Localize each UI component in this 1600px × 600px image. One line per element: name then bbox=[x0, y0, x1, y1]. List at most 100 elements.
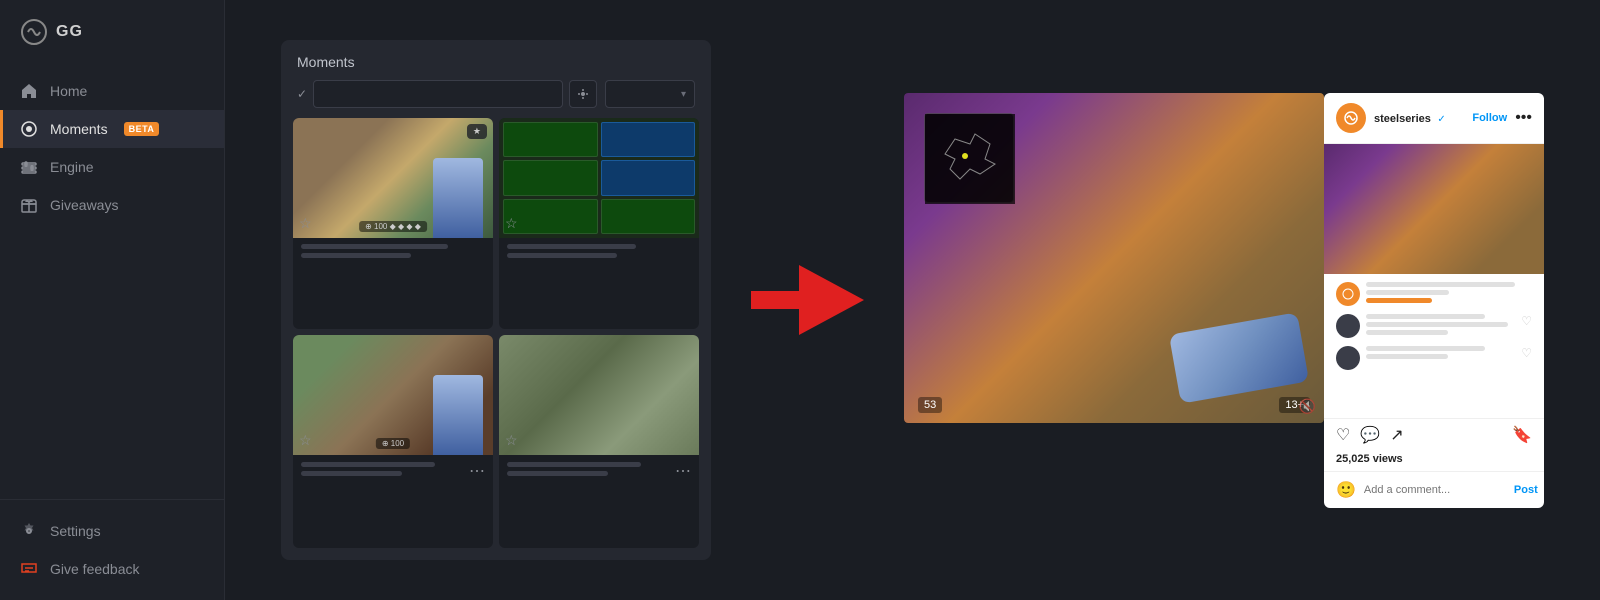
video-info-2 bbox=[499, 238, 699, 268]
steelseries-logo-icon bbox=[20, 18, 48, 46]
video-info-3: ⋯ bbox=[293, 455, 493, 487]
ig-avatar bbox=[1336, 103, 1366, 133]
cs-item-6 bbox=[601, 199, 696, 234]
ig-comment-avatar-1 bbox=[1336, 314, 1360, 338]
options-icon-3[interactable]: ⋯ bbox=[469, 461, 485, 481]
ig-comment-button[interactable]: 💬 bbox=[1360, 425, 1380, 445]
ig-comment-lines-2 bbox=[1366, 346, 1515, 362]
moments-panel-header: Moments bbox=[281, 40, 711, 80]
video-thumb-3: ☆ ⊕ 100 bbox=[293, 335, 493, 455]
ig-like-button[interactable]: ♡ bbox=[1336, 425, 1350, 445]
cs-item-1 bbox=[503, 122, 598, 157]
ig-comments-section: ♡ ♡ bbox=[1324, 274, 1544, 418]
ig-author-avatar bbox=[1336, 282, 1360, 306]
meta-line-3b bbox=[301, 471, 402, 476]
sidebar-item-feedback[interactable]: Give feedback bbox=[0, 550, 224, 588]
ig-comment-avatar-2 bbox=[1336, 346, 1360, 370]
health-bar-3: ⊕ 100 bbox=[376, 438, 410, 449]
video-info-1 bbox=[293, 238, 493, 268]
sidebar-item-settings[interactable]: Settings bbox=[0, 512, 224, 550]
author-line-1 bbox=[1366, 282, 1515, 287]
ig-heart-icon-1[interactable]: ♡ bbox=[1521, 314, 1532, 328]
preview-game-scene: 53 13+ 🔇 bbox=[904, 93, 1324, 423]
ig-user-info: steelseries ✓ bbox=[1374, 109, 1446, 127]
video-badge-1: ★ bbox=[467, 124, 487, 139]
video-preview: 53 13+ 🔇 bbox=[904, 93, 1324, 423]
ig-action-group: ♡ 💬 ↗ bbox=[1336, 425, 1404, 445]
ig-emoji-icon: 🙂 bbox=[1336, 480, 1356, 500]
cs-inventory bbox=[499, 118, 699, 238]
video-card-4[interactable]: ☆ ⋯ bbox=[499, 335, 699, 548]
sidebar-item-engine-label: Engine bbox=[50, 159, 94, 175]
ig-more-button[interactable]: ••• bbox=[1515, 109, 1532, 127]
instagram-panel: steelseries ✓ Follow ••• bbox=[1324, 93, 1544, 508]
video-thumb-2: ☆ bbox=[499, 118, 699, 238]
video-card-3[interactable]: ☆ ⊕ 100 ⋯ bbox=[293, 335, 493, 548]
ig-comment-row-1: ♡ bbox=[1336, 314, 1532, 338]
arrow-head bbox=[799, 265, 864, 335]
sidebar-logo: GG bbox=[0, 0, 224, 64]
video-card-2[interactable]: ☆ bbox=[499, 118, 699, 329]
sidebar-item-settings-label: Settings bbox=[50, 523, 101, 539]
ig-heart-icon-2[interactable]: ♡ bbox=[1521, 346, 1532, 360]
preview-and-instagram: 53 13+ 🔇 steelseries bbox=[904, 93, 1544, 508]
cs-item-4 bbox=[601, 160, 696, 195]
video-card-1[interactable]: ★ ☆ ⊕ 100 ◆ ◆ ◆ ◆ bbox=[293, 118, 493, 329]
hud-ammo-count: 53 bbox=[918, 397, 942, 413]
giveaways-icon bbox=[20, 196, 38, 214]
ig-views-count: 25,025 views bbox=[1324, 451, 1544, 471]
video-meta-1 bbox=[301, 244, 485, 262]
ig-author-lines bbox=[1366, 282, 1532, 306]
author-line-2 bbox=[1366, 290, 1449, 295]
meta-line-4b bbox=[507, 471, 608, 476]
ig-author-row bbox=[1336, 282, 1532, 306]
sidebar-item-moments[interactable]: Moments BETA bbox=[0, 110, 224, 148]
ig-post-button[interactable]: Post bbox=[1514, 484, 1538, 496]
star-icon-4: ☆ bbox=[505, 432, 518, 449]
video-info-4: ⋯ bbox=[499, 455, 699, 487]
sidebar-item-giveaways[interactable]: Giveaways bbox=[0, 186, 224, 224]
meta-line-1a bbox=[301, 244, 448, 249]
ig-comment-input-row: 🙂 Post bbox=[1324, 471, 1544, 508]
star-icon-3: ☆ bbox=[299, 432, 312, 449]
video-meta-2 bbox=[507, 244, 691, 262]
ig-username: steelseries bbox=[1374, 113, 1431, 125]
video-meta-4 bbox=[507, 462, 675, 480]
preview-minimap bbox=[924, 113, 1014, 203]
meta-line-2b bbox=[507, 253, 617, 258]
moments-panel: Moments ✓ ▾ ★ bbox=[281, 40, 711, 560]
meta-line-2a bbox=[507, 244, 636, 249]
comment-line-2a bbox=[1366, 346, 1485, 351]
sidebar-item-feedback-label: Give feedback bbox=[50, 561, 140, 577]
preview-hud: 53 13+ bbox=[904, 397, 1324, 413]
app-logo-text: GG bbox=[56, 23, 83, 41]
ig-verified-badge: ✓ bbox=[1437, 114, 1445, 125]
star-icon-2: ☆ bbox=[505, 215, 518, 232]
ig-user: steelseries ✓ bbox=[1336, 103, 1446, 133]
ig-author-avatar-icon bbox=[1342, 288, 1354, 300]
ig-comment-input[interactable] bbox=[1364, 484, 1506, 496]
ig-header: steelseries ✓ Follow ••• bbox=[1324, 93, 1544, 144]
health-bar-1: ⊕ 100 ◆ ◆ ◆ ◆ bbox=[359, 221, 427, 232]
arrow-shaft bbox=[751, 291, 801, 309]
moments-panel-title: Moments bbox=[297, 54, 355, 70]
comment-line-1a bbox=[1366, 314, 1485, 319]
sort-dropdown[interactable]: ▾ bbox=[605, 80, 695, 108]
dropdown-chevron-icon: ▾ bbox=[681, 89, 686, 100]
filter-bar[interactable] bbox=[313, 80, 563, 108]
ig-video-thumb bbox=[1324, 144, 1544, 274]
cs-item-2 bbox=[601, 122, 696, 157]
ig-comment-row-2: ♡ bbox=[1336, 346, 1532, 370]
options-icon-4[interactable]: ⋯ bbox=[675, 461, 691, 481]
sidebar-nav: Home Moments BETA Engine bbox=[0, 64, 224, 499]
gear-button[interactable] bbox=[569, 80, 597, 108]
sidebar-item-home[interactable]: Home bbox=[0, 72, 224, 110]
ig-bookmark-button[interactable]: 🔖 bbox=[1512, 425, 1532, 445]
valorant-char-3 bbox=[433, 375, 483, 455]
cs-item-3 bbox=[503, 160, 598, 195]
ig-follow-button[interactable]: Follow bbox=[1472, 112, 1507, 124]
minimap-svg bbox=[925, 114, 1015, 204]
sidebar-item-engine[interactable]: Engine bbox=[0, 148, 224, 186]
ig-share-button[interactable]: ↗ bbox=[1390, 425, 1403, 445]
arrow-container bbox=[751, 265, 864, 335]
